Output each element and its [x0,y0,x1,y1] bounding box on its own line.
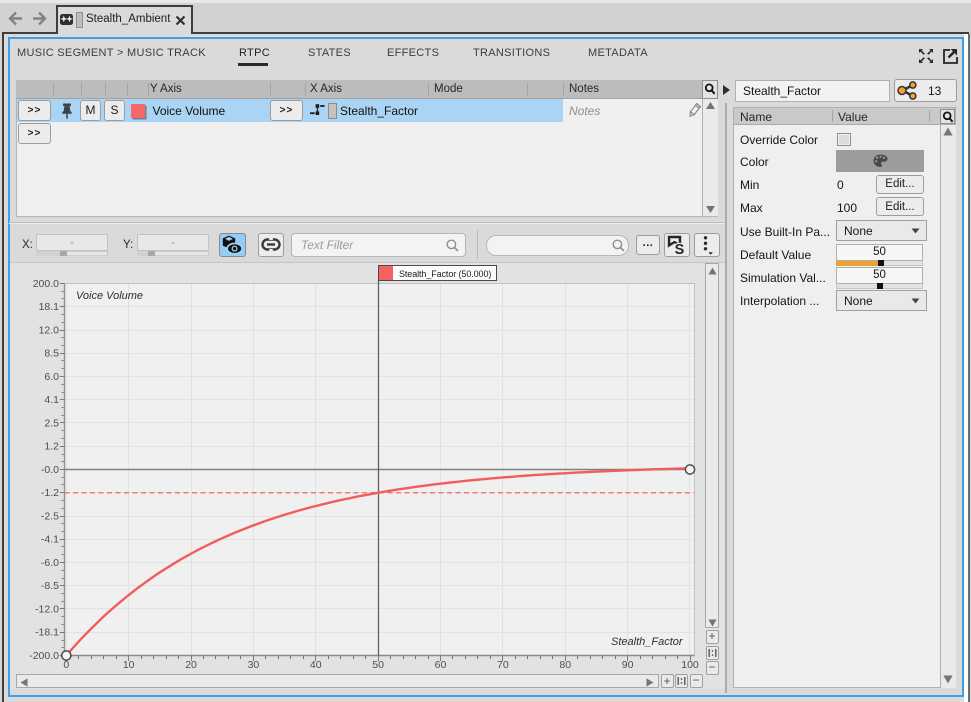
svg-text:100: 100 [681,659,699,671]
svg-text:-2.5: -2.5 [41,510,59,522]
svg-text:20: 20 [185,659,197,671]
svg-text:40: 40 [310,659,322,671]
svg-text:80: 80 [559,659,571,671]
svg-text:-12.0: -12.0 [35,603,59,615]
svg-text:70: 70 [497,659,509,671]
svg-text:-0.0: -0.0 [41,464,59,476]
svg-text:Stealth_Factor: Stealth_Factor [611,636,684,648]
svg-text:-1.2: -1.2 [41,487,59,499]
svg-text:-4.1: -4.1 [41,534,59,546]
svg-text:4.1: 4.1 [44,394,59,406]
svg-text:8.5: 8.5 [44,348,59,360]
svg-text:18.1: 18.1 [39,301,60,313]
svg-text:-6.0: -6.0 [41,557,59,569]
svg-text:-8.5: -8.5 [41,580,59,592]
svg-text:12.0: 12.0 [39,324,60,336]
svg-text:-200.0: -200.0 [29,650,59,662]
svg-text:-18.1: -18.1 [35,627,59,639]
svg-text:90: 90 [622,659,634,671]
svg-text:10: 10 [123,659,135,671]
svg-text:2.5: 2.5 [44,417,59,429]
svg-text:1.2: 1.2 [44,441,59,453]
svg-text:60: 60 [435,659,447,671]
svg-text:Voice Volume: Voice Volume [76,290,143,302]
svg-text:30: 30 [248,659,260,671]
svg-text:50: 50 [372,659,384,671]
svg-text:6.0: 6.0 [44,371,59,383]
svg-text:200.0: 200.0 [33,278,59,290]
